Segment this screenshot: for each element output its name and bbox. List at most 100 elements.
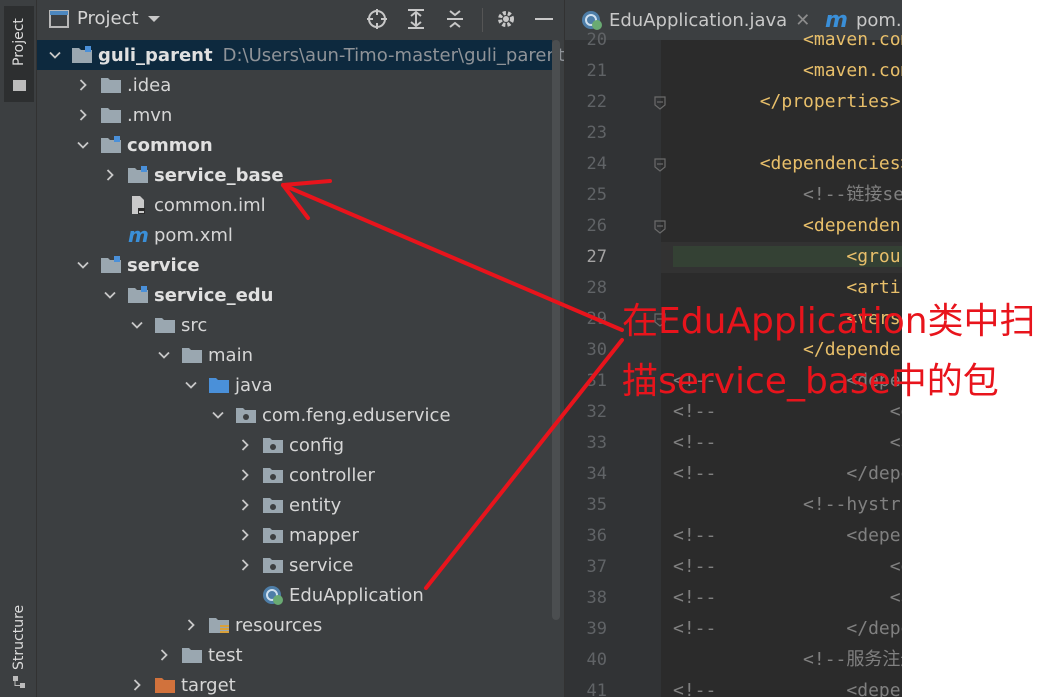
code-line: <!-- <gro	[673, 557, 902, 577]
line-number: 40	[586, 650, 607, 670]
tree-item[interactable]: guli_parent D:\Users\aun-Timo-master\guli…	[37, 40, 565, 70]
tree-item-label: controller	[289, 464, 375, 486]
module-folder-icon	[127, 285, 149, 305]
project-view-selector[interactable]: Project	[49, 8, 161, 29]
tree-item-label: main	[208, 344, 253, 366]
code-line-text: <dependency>	[803, 215, 902, 236]
tree-item-path: D:\Users\aun-Timo-master\guli_parent	[222, 44, 565, 66]
close-icon[interactable]: ✕	[795, 10, 810, 31]
chevron-down-icon[interactable]	[103, 280, 117, 310]
code-line-text: <!--服务注册-	[803, 649, 902, 670]
folder-icon	[181, 645, 203, 665]
chevron-down-icon[interactable]	[184, 370, 198, 400]
chevron-right-icon[interactable]	[184, 610, 198, 640]
line-number: 38	[586, 588, 607, 608]
structure-tool-tab[interactable]: Structure	[4, 590, 34, 697]
tree-item[interactable]: controller	[37, 460, 552, 490]
project-view-title: Project	[77, 8, 139, 29]
chevron-right-icon[interactable]	[157, 640, 171, 670]
code-line-text: <groupId	[673, 246, 902, 267]
module-folder-icon	[71, 45, 93, 65]
folder-icon	[181, 345, 203, 365]
tree-item[interactable]: m pom.xml	[37, 220, 552, 250]
tree-item[interactable]: service_edu	[37, 280, 552, 310]
chevron-right-icon[interactable]	[238, 490, 252, 520]
minimize-icon[interactable]	[533, 8, 555, 30]
line-number: 23	[586, 123, 607, 143]
tree-item[interactable]: common.iml	[37, 190, 552, 220]
tree-item[interactable]: config	[37, 430, 552, 460]
tree-item-label: java	[235, 374, 273, 396]
tree-item-label: common	[127, 134, 213, 156]
code-line: <maven.compi	[673, 30, 902, 50]
tree-item[interactable]: com.feng.eduservice	[37, 400, 552, 430]
folder-icon	[100, 75, 122, 95]
tree-scrollbar[interactable]	[552, 40, 560, 620]
gear-icon[interactable]	[495, 8, 517, 30]
collapse-all-icon[interactable]	[444, 8, 466, 30]
code-line: <dependency>	[673, 216, 902, 236]
tree-item[interactable]: .mvn	[37, 100, 552, 130]
maven-icon: m	[127, 223, 149, 247]
code-line-text: <!-- <depende	[673, 680, 902, 697]
code-line-text: <!-- <art	[673, 587, 902, 608]
line-number: 32	[586, 402, 607, 422]
tree-item[interactable]: java	[37, 370, 552, 400]
tree-item[interactable]: service_base	[37, 160, 552, 190]
code-line-text: </properties>	[673, 91, 901, 112]
chevron-right-icon[interactable]	[238, 550, 252, 580]
chevron-down-icon[interactable]	[76, 130, 90, 160]
chevron-right-icon[interactable]	[76, 70, 90, 100]
chevron-down-icon[interactable]	[157, 340, 171, 370]
tree-item[interactable]: target	[37, 670, 552, 697]
fold-marker-icon[interactable]	[653, 157, 667, 172]
fold-marker-icon[interactable]	[653, 95, 667, 110]
line-number: 34	[586, 464, 607, 484]
code-line: <!-- <art	[673, 433, 902, 453]
chevron-down-icon[interactable]	[211, 400, 225, 430]
chevron-down-icon[interactable]	[76, 250, 90, 280]
tree-item[interactable]: service	[37, 550, 552, 580]
tree-item-label: service	[127, 254, 200, 276]
code-line-text: <!-- <art	[673, 432, 902, 453]
chevron-right-icon[interactable]	[130, 670, 144, 697]
tree-item[interactable]: .idea	[37, 70, 552, 100]
resources-folder-icon	[208, 615, 230, 635]
line-number: 26	[586, 216, 607, 236]
locate-icon[interactable]	[366, 8, 388, 30]
tree-item[interactable]: src	[37, 310, 552, 340]
fold-marker-icon[interactable]	[653, 219, 667, 234]
tree-item[interactable]: entity	[37, 490, 552, 520]
chevron-right-icon[interactable]	[103, 160, 117, 190]
code-line-text: <dependencies>	[673, 153, 902, 174]
tree-item[interactable]: service	[37, 250, 552, 280]
chevron-right-icon[interactable]	[238, 460, 252, 490]
tree-item-label: test	[208, 644, 243, 666]
line-number: 31	[586, 371, 607, 391]
code-line: <!-- <depende	[673, 526, 902, 546]
project-tool-tab[interactable]: Project	[4, 6, 34, 102]
code-line: <!-- </depende	[673, 619, 902, 639]
left-tool-strip: Project Structure	[0, 0, 37, 697]
tree-item-label: common.iml	[154, 194, 266, 216]
iml-file-icon	[127, 195, 149, 215]
expand-all-icon[interactable]	[405, 8, 427, 30]
chevron-down-icon[interactable]	[49, 40, 61, 70]
chevron-right-icon[interactable]	[238, 430, 252, 460]
code-line: </properties>	[673, 92, 901, 112]
chevron-down-icon[interactable]	[130, 310, 144, 340]
chevron-right-icon[interactable]	[76, 100, 90, 130]
tree-item[interactable]: mapper	[37, 520, 552, 550]
tree-item[interactable]: common	[37, 130, 552, 160]
header-divider	[482, 8, 483, 32]
tree-item[interactable]: EduApplication	[37, 580, 552, 610]
chevron-right-icon[interactable]	[238, 520, 252, 550]
tree-item[interactable]: main	[37, 340, 552, 370]
code-line-text: <!-- <depende	[673, 525, 902, 546]
code-line: <!--服务注册-	[673, 650, 902, 670]
tree-item[interactable]: test	[37, 640, 552, 670]
package-icon	[262, 525, 284, 545]
line-number: 35	[586, 495, 607, 515]
tab-eduapplication-label: EduApplication.java	[609, 9, 788, 31]
tree-item[interactable]: resources	[37, 610, 552, 640]
